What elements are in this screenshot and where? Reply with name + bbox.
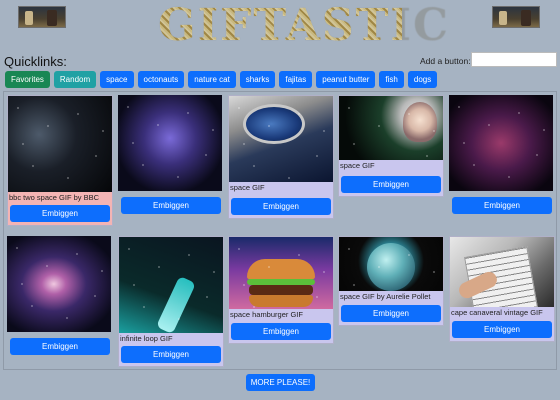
gif-card: infinite loop GIF Embiggen: [118, 236, 224, 367]
add-button-input[interactable]: [471, 52, 557, 67]
gif-image[interactable]: [339, 96, 443, 160]
more-please-button[interactable]: MORE PLEASE!: [246, 374, 315, 391]
gif-card: space GIF by Aurelie Pollet Embiggen: [338, 236, 444, 326]
topic-button-octonauts[interactable]: octonauts: [137, 71, 185, 88]
gif-image[interactable]: [119, 237, 223, 333]
topic-button-dogs[interactable]: dogs: [407, 71, 438, 88]
gif-caption: space GIF: [340, 161, 375, 170]
light-streak-graphic: [156, 275, 196, 333]
random-button[interactable]: Random: [53, 71, 97, 88]
gif-card: space GIF Embiggen: [338, 95, 444, 197]
embiggen-button[interactable]: Embiggen: [231, 198, 331, 215]
favorites-button[interactable]: Favorites: [5, 71, 50, 88]
gif-card: cape canaveral vintage GIF Embiggen: [449, 236, 555, 342]
embiggen-button[interactable]: Embiggen: [231, 323, 331, 340]
gif-image[interactable]: [449, 95, 553, 191]
gif-image[interactable]: [339, 237, 443, 291]
gif-image[interactable]: [118, 95, 222, 191]
gif-card: Embiggen: [7, 236, 113, 358]
embiggen-button[interactable]: Embiggen: [452, 321, 552, 338]
gif-caption: space hamburger GIF: [230, 310, 303, 319]
embiggen-button[interactable]: Embiggen: [121, 346, 221, 363]
embiggen-button[interactable]: Embiggen: [341, 176, 441, 193]
embiggen-button[interactable]: Embiggen: [452, 197, 552, 214]
gif-image[interactable]: [7, 236, 111, 332]
gif-card: bbc two space GIF by BBC Embiggen: [7, 95, 113, 226]
embiggen-button[interactable]: Embiggen: [341, 305, 441, 322]
header-image-right: [492, 6, 540, 28]
topic-button-fish[interactable]: fish: [379, 71, 404, 88]
gif-caption: bbc two space GIF by BBC: [9, 193, 100, 202]
quicklinks-bar: Favorites Random space octonauts nature …: [5, 71, 438, 88]
gif-image[interactable]: [450, 237, 554, 307]
embiggen-button[interactable]: Embiggen: [10, 205, 110, 222]
gif-image[interactable]: [229, 96, 333, 182]
gif-image[interactable]: [8, 96, 112, 192]
topic-button-sharks[interactable]: sharks: [239, 71, 276, 88]
gif-card: space hamburger GIF Embiggen: [228, 236, 334, 344]
gif-card: Embiggen: [118, 95, 224, 217]
planet-graphic: [367, 243, 415, 291]
gif-caption: space GIF: [230, 183, 265, 192]
add-button-label: Add a button:: [420, 56, 471, 66]
topic-button-peanut-butter[interactable]: peanut butter: [316, 71, 376, 88]
hamburger-graphic: [247, 259, 315, 309]
porthole-graphic: [243, 104, 305, 144]
gif-caption: infinite loop GIF: [120, 334, 173, 343]
site-logo: GIFTASTIC: [158, 0, 450, 51]
gif-card: space GIF Embiggen: [228, 95, 334, 219]
astronaut-graphic: [403, 102, 437, 142]
topic-button-fajitas[interactable]: fajitas: [279, 71, 313, 88]
gif-image[interactable]: [229, 237, 333, 309]
embiggen-button[interactable]: Embiggen: [121, 197, 221, 214]
gif-card: Embiggen: [449, 95, 555, 217]
gif-caption: cape canaveral vintage GIF: [451, 308, 543, 317]
gif-caption: space GIF by Aurelie Pollet: [340, 292, 431, 301]
quicklinks-label: Quicklinks:: [4, 54, 67, 69]
embiggen-button[interactable]: Embiggen: [10, 338, 110, 355]
topic-button-space[interactable]: space: [100, 71, 134, 88]
header-image-left: [18, 6, 66, 28]
topic-button-nature-cat[interactable]: nature cat: [188, 71, 236, 88]
